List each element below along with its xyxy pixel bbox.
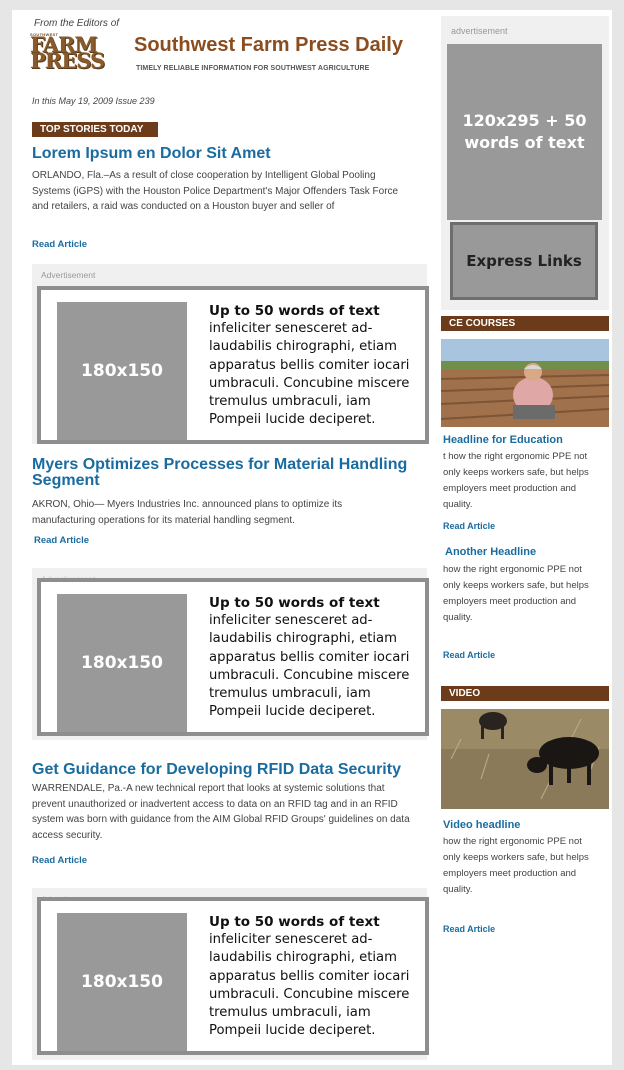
read-article-link[interactable]: Read Article xyxy=(34,535,89,546)
video-body: how the right ergonomic PPE not only kee… xyxy=(443,836,589,895)
article-body: WARRENDALE, Pa.-A new technical report t… xyxy=(32,783,410,841)
advertisement-label: Advertisement xyxy=(41,270,96,280)
ad-text: Up to 50 words of text infeliciter senes… xyxy=(209,913,424,1040)
ce-headline[interactable]: Headline for Education xyxy=(443,434,563,446)
ad-body: infeliciter senesceret ad-laudabilis chi… xyxy=(209,613,410,720)
ad-box[interactable]: 180x150 Up to 50 words of text infelicit… xyxy=(37,897,429,1055)
newsletter-page: From the Editors of SOUTHWEST FARM PRESS… xyxy=(12,10,612,1065)
ad-body: infeliciter senesceret ad-laudabilis chi… xyxy=(209,932,410,1039)
ce-body: how the right ergonomic PPE not only kee… xyxy=(443,564,589,623)
ad-heading: Up to 50 words of text xyxy=(209,914,380,930)
video-bar: VIDEO xyxy=(441,686,609,701)
from-editors-text: From the Editors of xyxy=(34,18,120,29)
read-article-link[interactable]: Read Article xyxy=(32,239,87,250)
cattle-photo-image xyxy=(441,709,609,809)
advertisement-block: Advertisement 180x150 Up to 50 words of … xyxy=(32,264,429,444)
farmer-photo-image xyxy=(441,339,609,427)
read-article-link[interactable]: Read Article xyxy=(32,855,87,866)
read-article-link[interactable]: Read Article xyxy=(443,521,495,531)
read-article-link[interactable]: Read Article xyxy=(443,924,495,934)
article-headline[interactable]: Get Guidance for Developing RFID Data Se… xyxy=(32,762,427,778)
article-headline[interactable]: Lorem Ipsum en Dolor Sit Amet xyxy=(32,146,422,162)
sidebar-ad-label: advertisement xyxy=(451,26,508,36)
ad-box[interactable]: 180x150 Up to 50 words of text infelicit… xyxy=(37,578,429,736)
ad-image-placeholder[interactable]: 180x150 xyxy=(57,913,187,1051)
ce-courses-bar: CE COURSES xyxy=(441,316,609,331)
article-body: AKRON, Ohio— Myers Industries Inc. annou… xyxy=(32,499,343,526)
article-headline[interactable]: Myers Optimizes Processes for Material H… xyxy=(32,457,427,489)
ad-image-placeholder[interactable]: 180x150 xyxy=(57,302,187,440)
ad-image-placeholder[interactable]: 180x150 xyxy=(57,594,187,732)
newsletter-tagline: TIMELY RELIABLE INFORMATION FOR SOUTHWES… xyxy=(136,65,370,72)
ad-body: infeliciter senesceret ad-laudabilis chi… xyxy=(209,321,410,428)
advertisement-block: Advertisement 180x150 Up to 50 words of … xyxy=(32,568,429,740)
ce-body: t how the right ergonomic PPE not only k… xyxy=(443,451,589,510)
ad-text: Up to 50 words of text infeliciter senes… xyxy=(209,594,424,721)
ad-box[interactable]: 180x150 Up to 50 words of text infelicit… xyxy=(37,286,429,444)
read-article-link[interactable]: Read Article xyxy=(443,650,495,660)
article-body: ORLANDO, Fla.–As a result of close coope… xyxy=(32,170,399,212)
express-links-button[interactable]: Express Links xyxy=(450,222,598,300)
ad-text: Up to 50 words of text infeliciter senes… xyxy=(209,302,424,429)
video-headline[interactable]: Video headline xyxy=(443,819,520,831)
ad-heading: Up to 50 words of text xyxy=(209,303,380,319)
advertisement-block: Advertisement 180x150 Up to 50 words of … xyxy=(32,888,429,1060)
video-thumbnail[interactable] xyxy=(441,709,609,809)
farm-press-logo[interactable]: SOUTHWEST FARM PRESS xyxy=(30,32,112,72)
logo-line-2: PRESS xyxy=(30,48,105,73)
sidebar-ad-placeholder[interactable]: 120x295 + 50 words of text xyxy=(447,44,602,220)
newsletter-title[interactable]: Southwest Farm Press Daily xyxy=(134,34,403,57)
ce-headline[interactable]: Another Headline xyxy=(445,546,536,558)
issue-info: In this May 19, 2009 Issue 239 xyxy=(32,96,155,106)
top-stories-bar: TOP STORIES TODAY xyxy=(32,122,158,137)
ad-heading: Up to 50 words of text xyxy=(209,595,380,611)
farmer-photo[interactable] xyxy=(441,339,609,427)
